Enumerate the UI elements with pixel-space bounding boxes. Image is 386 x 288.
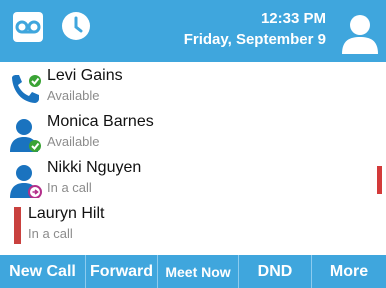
current-date: Friday, September 9 — [183, 31, 326, 48]
voicemail-icon[interactable] — [13, 12, 43, 42]
contact-status: Available — [47, 88, 100, 103]
contact-status: In a call — [28, 226, 73, 241]
contact-row-nikki-nguyen[interactable]: Nikki Nguyen In a call — [0, 156, 386, 204]
softkey-bar: New Call Forward Meet Now DND More — [0, 255, 386, 288]
current-time: 12:33 PM — [260, 10, 326, 27]
contact-row-lauryn-hilt[interactable]: Lauryn Hilt In a call — [0, 202, 386, 250]
new-call-button[interactable]: New Call — [0, 255, 86, 288]
meet-now-button[interactable]: Meet Now — [158, 255, 239, 288]
contact-row-levi-gains[interactable]: Levi Gains Available — [0, 64, 386, 112]
contact-status: Available — [47, 134, 100, 149]
in-call-indicator — [377, 166, 382, 194]
more-button[interactable]: More — [312, 255, 386, 288]
dnd-button[interactable]: DND — [239, 255, 312, 288]
forward-button[interactable]: Forward — [86, 255, 158, 288]
person-icon — [10, 119, 41, 152]
person-icon — [10, 165, 42, 198]
clock-icon[interactable] — [61, 11, 91, 41]
user-icon[interactable] — [338, 10, 382, 54]
status-header: 12:33 PM Friday, September 9 — [0, 0, 386, 62]
contact-status: In a call — [47, 180, 92, 195]
contact-name: Lauryn Hilt — [28, 205, 105, 222]
contact-name: Monica Barnes — [47, 113, 154, 130]
phone-icon — [12, 75, 41, 103]
contact-name: Levi Gains — [47, 67, 123, 84]
in-call-indicator — [14, 207, 21, 244]
contact-name: Nikki Nguyen — [47, 159, 142, 176]
contact-row-monica-barnes[interactable]: Monica Barnes Available — [0, 110, 386, 158]
